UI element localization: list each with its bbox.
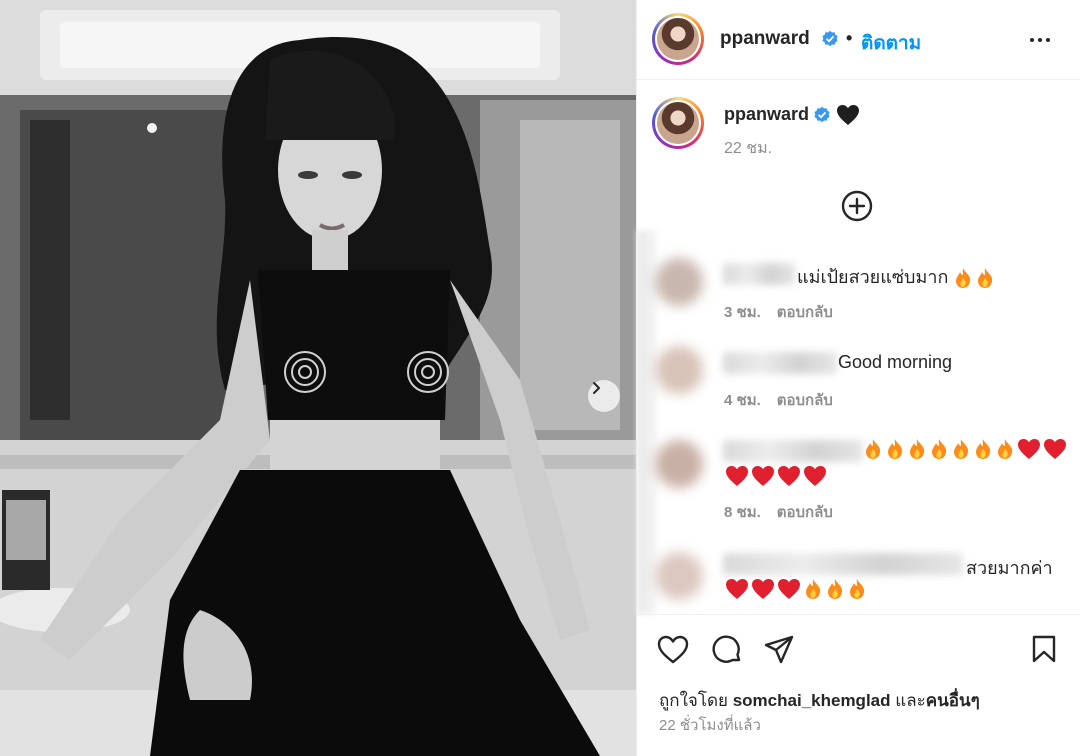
liked-by-user-link[interactable]: somchai_khemglad [733, 691, 891, 710]
reply-button[interactable]: ตอบกลับ [777, 500, 833, 524]
post-actions: ถูกใจโดย somchai_khemglad และคนอื่นๆ 22 … [637, 614, 1080, 756]
red-heart-emoji [1018, 439, 1040, 460]
fire-emoji [806, 579, 821, 600]
red-heart-emoji [804, 466, 826, 487]
header-separator: • [846, 28, 853, 48]
comment-meta: 8 ชม. ตอบกลับ [724, 500, 833, 524]
caption-time[interactable]: 22 ชม. [724, 136, 772, 161]
comment-meta: 4 ชม. ตอบกลับ [724, 388, 833, 412]
comment-text: Good morning [838, 352, 953, 372]
fire-emoji [910, 439, 925, 460]
comment-time[interactable]: 3 ชม. [724, 300, 761, 324]
follow-button[interactable]: ติดตาม [861, 28, 921, 58]
comment-time[interactable]: 4 ชม. [724, 388, 761, 412]
red-heart-emoji [752, 466, 774, 487]
photo-illustration [0, 0, 636, 756]
red-heart-emoji [726, 466, 748, 487]
fire-emoji [866, 439, 881, 460]
author-avatar[interactable] [652, 13, 704, 65]
red-heart-emoji [778, 579, 800, 600]
commenter-avatar[interactable] [655, 258, 703, 306]
fire-emoji [888, 439, 903, 460]
liked-by-conj: และ [895, 691, 926, 710]
commenter-avatar[interactable] [655, 440, 703, 488]
comment-emoji-line [725, 578, 869, 600]
commenter-username-blurred[interactable] [723, 553, 963, 575]
carousel-next-button[interactable] [588, 380, 620, 412]
author-username[interactable]: ppanward [720, 28, 810, 50]
comment-time[interactable]: 8 ชม. [724, 500, 761, 524]
fire-emoji [998, 439, 1013, 460]
fire-emoji [932, 439, 947, 460]
blurred-edge [637, 230, 657, 614]
comment-meta: 3 ชม. ตอบกลับ [724, 300, 833, 324]
red-heart-emoji [752, 579, 774, 600]
fire-emoji [976, 439, 991, 460]
red-heart-emoji [778, 466, 800, 487]
commenter-username-blurred[interactable] [723, 440, 863, 462]
fire-emoji [828, 579, 843, 600]
reply-button[interactable]: ตอบกลับ [777, 388, 833, 412]
black-heart-emoji [837, 105, 859, 125]
heart-outline-icon[interactable] [657, 635, 689, 665]
bookmark-icon[interactable] [1031, 634, 1057, 664]
red-heart-emoji [1044, 439, 1066, 460]
fire-emoji [956, 268, 971, 289]
commenter-avatar[interactable] [655, 552, 703, 600]
fire-emoji [954, 439, 969, 460]
commenter-avatar[interactable] [655, 346, 703, 394]
post-side-panel: ppanward • ติดตาม ppanward 22 ชม. แม่เป้… [636, 0, 1080, 756]
more-options-icon[interactable] [1025, 30, 1055, 50]
chevron-right-icon [593, 382, 600, 394]
post-photo[interactable] [0, 0, 636, 756]
verified-badge-icon [822, 30, 838, 47]
post-timestamp[interactable]: 22 ชั่วโมงที่แล้ว [659, 713, 761, 737]
fire-emoji [850, 579, 865, 600]
liked-by-text: ถูกใจโดย somchai_khemglad และคนอื่นๆ [659, 687, 980, 714]
paper-plane-icon[interactable] [763, 634, 795, 666]
plus-circle-icon[interactable] [840, 189, 874, 223]
post-header: ppanward • ติดตาม [637, 0, 1080, 80]
comment-emoji-line [863, 438, 1069, 460]
fire-emoji [978, 268, 993, 289]
comment-emoji-line [725, 465, 829, 487]
commenter-username-blurred[interactable] [723, 352, 837, 374]
reply-button[interactable]: ตอบกลับ [777, 300, 833, 324]
comment-bubble-icon[interactable] [711, 634, 743, 666]
red-heart-emoji [726, 579, 748, 600]
verified-badge-icon [814, 106, 830, 123]
comment-text: สวยมากค่า [966, 558, 1053, 578]
comment-text: แม่เป้ยสวยแซ่บมาก [797, 262, 997, 291]
liked-by-prefix: ถูกใจโดย [659, 691, 728, 710]
caption-author-username[interactable]: ppanward [724, 104, 809, 125]
liked-by-others-link[interactable]: คนอื่นๆ [926, 691, 980, 710]
caption-author-avatar[interactable] [652, 97, 704, 149]
commenter-username-blurred[interactable] [723, 263, 795, 285]
